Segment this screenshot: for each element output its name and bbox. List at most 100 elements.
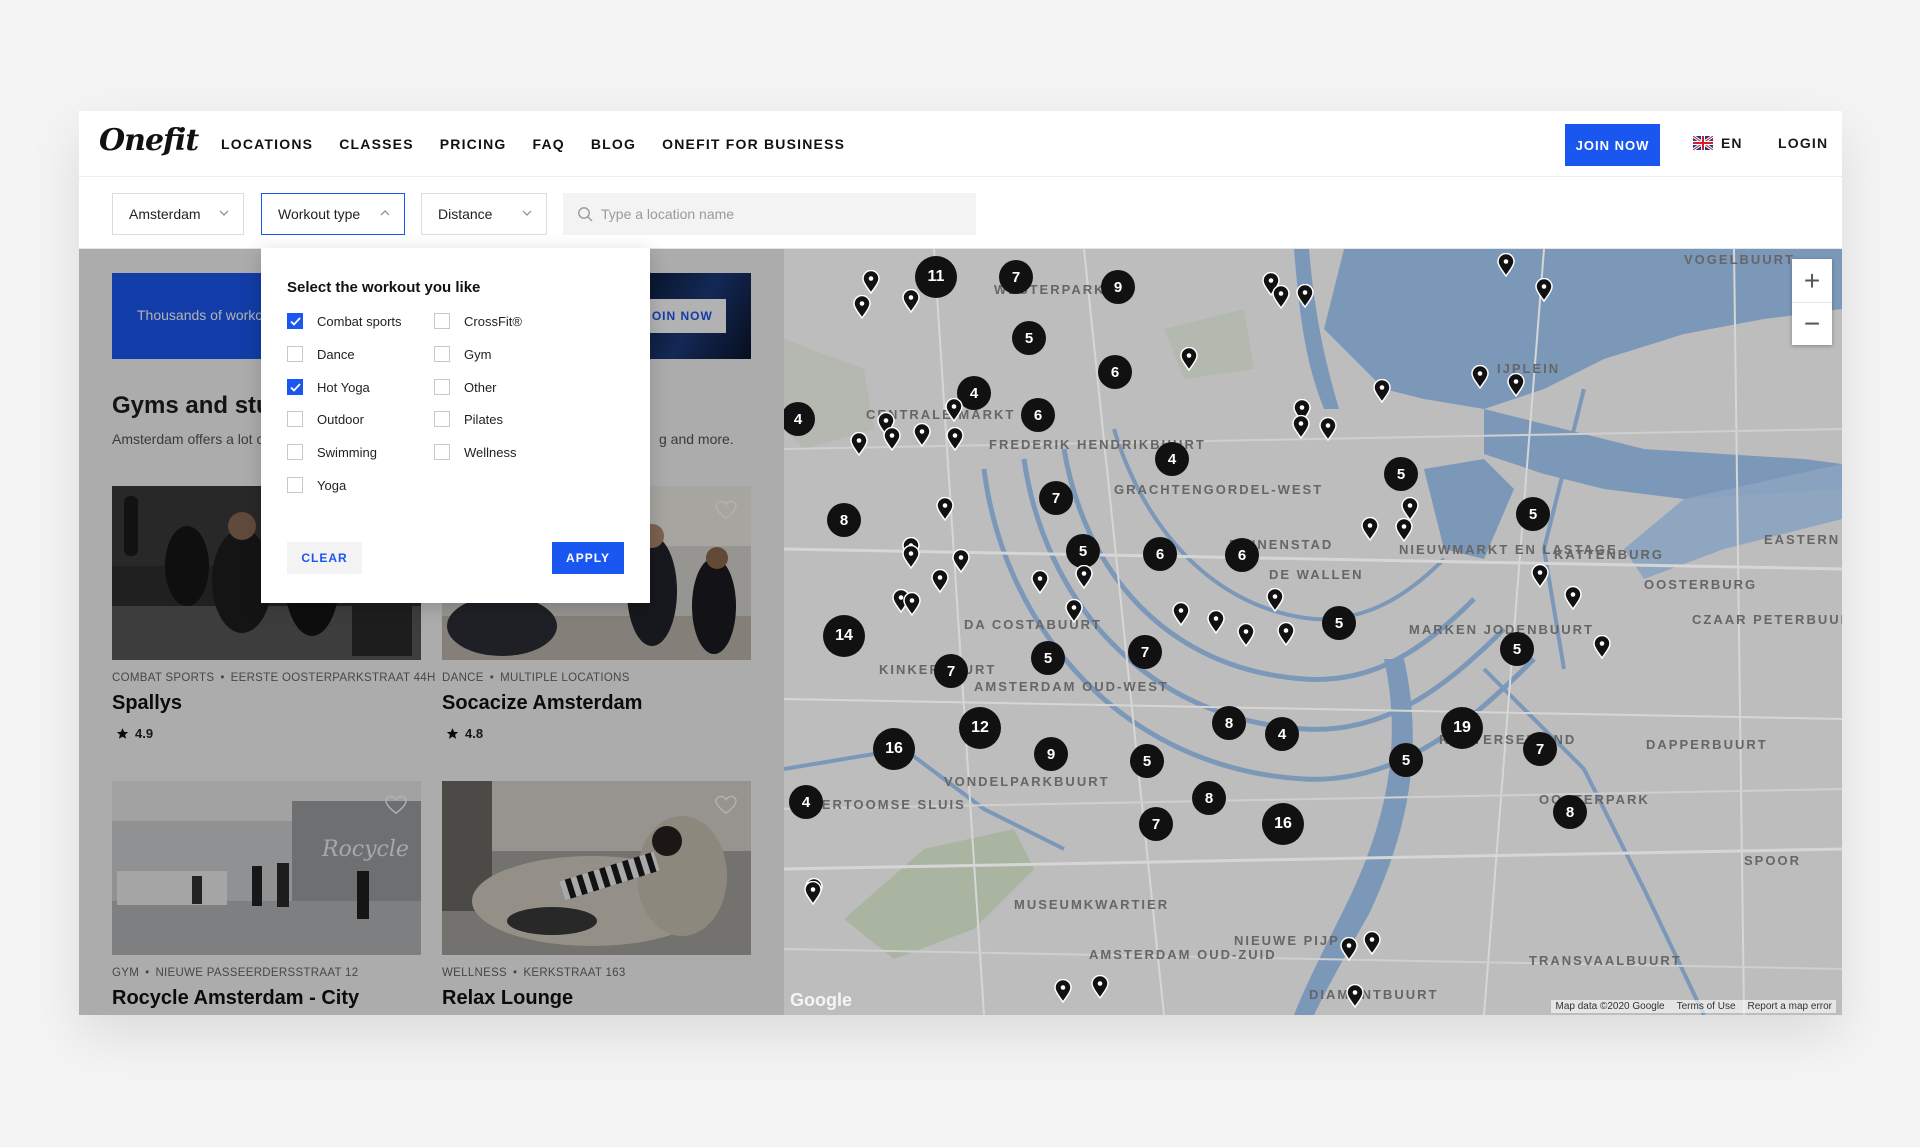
map-pin-icon[interactable]: [1564, 585, 1582, 611]
map-pin-icon[interactable]: [1507, 372, 1525, 398]
map-cluster[interactable]: 7: [1039, 481, 1073, 515]
map-cluster[interactable]: 8: [1212, 706, 1246, 740]
map-cluster[interactable]: 5: [1322, 606, 1356, 640]
map-pin-icon[interactable]: [1531, 563, 1549, 589]
map-pin-icon[interactable]: [1497, 252, 1515, 278]
map-cluster[interactable]: 7: [999, 260, 1033, 294]
map-pin-icon[interactable]: [1361, 516, 1379, 542]
checkbox[interactable]: [434, 444, 450, 460]
map-pin-icon[interactable]: [1054, 978, 1072, 1004]
language-selector[interactable]: EN: [1693, 135, 1742, 151]
map-pin-icon[interactable]: [1065, 598, 1083, 624]
terms-of-use-link[interactable]: Terms of Use: [1677, 1001, 1736, 1012]
map-pin-icon[interactable]: [1395, 517, 1413, 543]
map-cluster[interactable]: 8: [1192, 781, 1226, 815]
map-cluster[interactable]: 6: [1021, 398, 1055, 432]
map-pin-icon[interactable]: [1319, 416, 1337, 442]
map-pin-icon[interactable]: [1535, 277, 1553, 303]
map-cluster[interactable]: 4: [789, 785, 823, 819]
map-pin-icon[interactable]: [1373, 378, 1391, 404]
map-pin-icon[interactable]: [1031, 569, 1049, 595]
map-cluster[interactable]: 6: [1225, 538, 1259, 572]
checkbox[interactable]: [434, 313, 450, 329]
map-cluster[interactable]: 14: [823, 615, 865, 657]
workout-option[interactable]: CrossFit®: [434, 313, 522, 329]
map-pin-icon[interactable]: [1296, 283, 1314, 309]
map-pin-icon[interactable]: [1593, 634, 1611, 660]
map-pin-icon[interactable]: [902, 544, 920, 570]
workout-option[interactable]: Combat sports: [287, 313, 402, 329]
map-pin-icon[interactable]: [1363, 930, 1381, 956]
map-cluster[interactable]: 7: [1139, 807, 1173, 841]
checkbox[interactable]: [287, 411, 303, 427]
map-pin-icon[interactable]: [1277, 621, 1295, 647]
map-pin-icon[interactable]: [952, 548, 970, 574]
map-pin-icon[interactable]: [1401, 496, 1419, 522]
workout-option[interactable]: Swimming: [287, 444, 377, 460]
map-pin-icon[interactable]: [1292, 414, 1310, 440]
map-cluster[interactable]: 16: [873, 728, 915, 770]
map-pin-icon[interactable]: [862, 269, 880, 295]
map-pin-icon[interactable]: [936, 496, 954, 522]
map-pin-icon[interactable]: [1266, 587, 1284, 613]
map-pin-icon[interactable]: [1180, 346, 1198, 372]
map-pin-icon[interactable]: [804, 880, 822, 906]
map-cluster[interactable]: 8: [827, 503, 861, 537]
workout-option[interactable]: Hot Yoga: [287, 379, 370, 395]
map-cluster[interactable]: 5: [1389, 743, 1423, 777]
map-cluster[interactable]: 4: [1155, 442, 1189, 476]
map-pin-icon[interactable]: [1091, 974, 1109, 1000]
nav-pricing[interactable]: PRICING: [440, 136, 507, 152]
map-cluster[interactable]: 9: [1101, 270, 1135, 304]
checkbox-checked[interactable]: [287, 313, 303, 329]
map-cluster[interactable]: 6: [1143, 537, 1177, 571]
location-search[interactable]: [563, 193, 976, 235]
nav-locations[interactable]: LOCATIONS: [221, 136, 313, 152]
workout-option[interactable]: Other: [434, 379, 497, 395]
apply-button[interactable]: APPLY: [552, 542, 624, 574]
join-now-button[interactable]: JOIN NOW: [1565, 124, 1660, 166]
workout-option[interactable]: Dance: [287, 346, 355, 362]
map-cluster[interactable]: 5: [1130, 744, 1164, 778]
checkbox[interactable]: [287, 477, 303, 493]
map-cluster[interactable]: 19: [1441, 707, 1483, 749]
zoom-out-button[interactable]: −: [1792, 302, 1832, 345]
login-link[interactable]: LOGIN: [1778, 135, 1828, 151]
map-pin-icon[interactable]: [850, 431, 868, 457]
map-cluster[interactable]: 7: [934, 654, 968, 688]
map-cluster[interactable]: 5: [1066, 534, 1100, 568]
map-pin-icon[interactable]: [931, 568, 949, 594]
map-pin-icon[interactable]: [883, 426, 901, 452]
workout-option[interactable]: Outdoor: [287, 411, 364, 427]
nav-blog[interactable]: BLOG: [591, 136, 636, 152]
onefit-logo[interactable]: Onefit: [99, 123, 199, 158]
map-cluster[interactable]: 5: [1500, 632, 1534, 666]
nav-faq[interactable]: FAQ: [532, 136, 564, 152]
map-pin-icon[interactable]: [903, 591, 921, 617]
map-pin-icon[interactable]: [902, 288, 920, 314]
checkbox[interactable]: [434, 379, 450, 395]
map-pin-icon[interactable]: [945, 397, 963, 423]
map-cluster[interactable]: 5: [1031, 641, 1065, 675]
map-pin-icon[interactable]: [1172, 601, 1190, 627]
distance-select[interactable]: Distance: [421, 193, 547, 235]
map-cluster[interactable]: 7: [1523, 732, 1557, 766]
map-pin-icon[interactable]: [1207, 609, 1225, 635]
map-cluster[interactable]: 8: [1553, 795, 1587, 829]
map-cluster[interactable]: 5: [1384, 457, 1418, 491]
report-map-error-link[interactable]: Report a map error: [1748, 1001, 1832, 1012]
workout-option[interactable]: Gym: [434, 346, 491, 362]
map-pin-icon[interactable]: [1237, 622, 1255, 648]
map-cluster[interactable]: 9: [1034, 737, 1068, 771]
nav-onefit-for-business[interactable]: ONEFIT FOR BUSINESS: [662, 136, 845, 152]
map-cluster[interactable]: 12: [959, 707, 1001, 749]
clear-button[interactable]: CLEAR: [287, 542, 362, 574]
map-pin-icon[interactable]: [1346, 983, 1364, 1009]
zoom-in-button[interactable]: +: [1792, 259, 1832, 302]
workout-option[interactable]: Yoga: [287, 477, 346, 493]
map-cluster[interactable]: 5: [1516, 497, 1550, 531]
checkbox[interactable]: [287, 346, 303, 362]
map-pin-icon[interactable]: [1272, 284, 1290, 310]
map-pin-icon[interactable]: [1075, 564, 1093, 590]
map[interactable]: VOGELBUURT WESTERPARK IJPLEIN CENTRALE M…: [784, 249, 1842, 1015]
